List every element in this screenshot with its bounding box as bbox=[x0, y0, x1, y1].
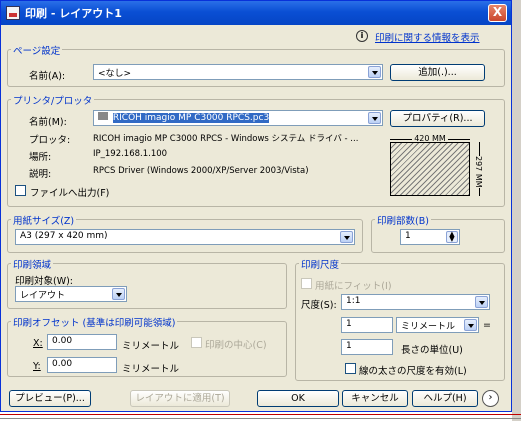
x-offset-label: X: bbox=[33, 338, 43, 349]
paper-preview: 420 MM 297 MM bbox=[386, 128, 488, 201]
plot-offset-label: 印刷オフセット (基準は印刷可能領域) bbox=[11, 315, 178, 329]
apply-to-layout-button[interactable]: レイアウトに適用(T) bbox=[130, 390, 230, 407]
printer-properties-button[interactable]: プロパティ(R)... bbox=[390, 110, 485, 127]
what-to-plot-value: レイアウト bbox=[20, 291, 66, 301]
close-button[interactable]: X bbox=[488, 4, 507, 22]
background-window-right bbox=[512, 0, 521, 421]
plotter-value: RICOH imagio MP C3000 RPCS - Windows システ… bbox=[93, 134, 359, 144]
printer-group-label: プリンタ/プロッタ bbox=[11, 93, 95, 107]
y-offset-input[interactable]: 0.00 bbox=[47, 357, 117, 373]
chevron-down-icon[interactable] bbox=[112, 288, 125, 300]
scale-unit-dropdown[interactable]: ミリメートル bbox=[396, 317, 479, 333]
print-to-file-checkbox[interactable] bbox=[15, 185, 26, 196]
printer-icon bbox=[98, 112, 108, 120]
printer-name-value: RICOH imagio MP C3000 RPCS.pc3 bbox=[112, 113, 270, 123]
scale-value2-input[interactable]: 1 bbox=[341, 339, 393, 355]
print-info-link[interactable]: 印刷に関する情報を表示 bbox=[375, 30, 480, 44]
center-plot-label: 印刷の中心(C) bbox=[205, 340, 267, 351]
page-setup-name-dropdown[interactable]: <なし> bbox=[93, 64, 383, 80]
app-print-icon bbox=[6, 6, 20, 20]
paper-preview-rect bbox=[390, 142, 470, 196]
what-to-plot-label: 印刷対象(W): bbox=[15, 276, 74, 287]
copies-value: 1 bbox=[405, 231, 411, 241]
scale-unit-value: ミリメートル bbox=[401, 322, 456, 332]
add-page-setup-button[interactable]: 追加(.)... bbox=[390, 64, 485, 81]
scale-value1-input[interactable]: 1 bbox=[341, 317, 393, 333]
page-setup-name-value: <なし> bbox=[98, 69, 132, 79]
chevron-down-icon[interactable] bbox=[368, 112, 381, 124]
scale-lineweights-checkbox[interactable] bbox=[345, 363, 356, 374]
x-offset-unit: ミリメートル bbox=[122, 341, 180, 352]
help-button[interactable]: ヘルプ(H) bbox=[412, 390, 478, 407]
paper-size-dropdown[interactable]: A3 (297 x 420 mm) bbox=[15, 229, 355, 245]
plot-scale-label: 印刷尺度 bbox=[299, 257, 342, 271]
location-value: IP_192.168.1.100 bbox=[93, 149, 168, 159]
window-title: 印刷 - レイアウト1 bbox=[25, 7, 122, 20]
copies-label: 印刷部数(B) bbox=[375, 213, 431, 227]
printer-name-dropdown[interactable]: RICOH imagio MP C3000 RPCS.pc3 bbox=[93, 110, 383, 126]
copies-stepper[interactable]: 1 ▲ ▼ bbox=[400, 229, 460, 245]
scale-value: 1:1 bbox=[346, 296, 361, 306]
center-plot-checkbox[interactable] bbox=[191, 337, 202, 348]
fit-to-paper-label: 用紙にフィット(I) bbox=[315, 281, 392, 292]
ok-button[interactable]: OK bbox=[257, 390, 339, 407]
page-setup-name-label: 名前(A): bbox=[29, 71, 66, 82]
chevron-down-icon[interactable] bbox=[475, 296, 488, 308]
equals-sign: = bbox=[483, 320, 491, 331]
background-red-line bbox=[0, 414, 521, 415]
units-label: 長さの単位(U) bbox=[401, 345, 463, 356]
paper-height-dimension: 297 MM bbox=[474, 142, 486, 196]
printer-name-label: 名前(M): bbox=[29, 117, 67, 128]
plot-area-label: 印刷領域 bbox=[11, 257, 54, 271]
paper-size-label: 用紙サイズ(Z) bbox=[11, 213, 77, 227]
page-setup-label: ページ設定 bbox=[11, 43, 63, 57]
description-value: RPCS Driver (Windows 2000/XP/Server 2003… bbox=[93, 166, 309, 176]
preview-button[interactable]: プレビュー(P)... bbox=[9, 390, 91, 407]
background-red-line bbox=[0, 418, 521, 419]
description-label: 説明: bbox=[29, 169, 52, 180]
print-dialog: 印刷 - レイアウト1 X i 印刷に関する情報を表示 ページ設定 名前(A):… bbox=[0, 0, 512, 412]
expand-arrow-icon[interactable]: › bbox=[482, 390, 499, 407]
fit-to-paper-checkbox[interactable] bbox=[301, 278, 312, 289]
scale-lineweights-label[interactable]: 線の太さの尺度を有効(L) bbox=[359, 363, 467, 377]
what-to-plot-dropdown[interactable]: レイアウト bbox=[15, 286, 127, 302]
plotter-label: プロッタ: bbox=[29, 135, 71, 146]
scale-dropdown[interactable]: 1:1 bbox=[341, 294, 490, 310]
title-bar: 印刷 - レイアウト1 X bbox=[1, 1, 511, 25]
spinner-arrows-icon[interactable]: ▲ ▼ bbox=[446, 231, 458, 243]
scale-label: 尺度(S): bbox=[301, 300, 337, 311]
info-icon: i bbox=[356, 30, 368, 42]
print-to-file-label[interactable]: ファイルへ出力(F) bbox=[30, 185, 109, 199]
y-offset-label: Y: bbox=[33, 361, 41, 372]
cancel-button[interactable]: キャンセル bbox=[342, 390, 408, 407]
chevron-down-icon[interactable] bbox=[464, 319, 477, 331]
y-offset-unit: ミリメートル bbox=[122, 364, 180, 375]
chevron-down-icon[interactable] bbox=[368, 66, 381, 78]
location-label: 場所: bbox=[29, 152, 52, 163]
x-offset-input[interactable]: 0.00 bbox=[47, 334, 117, 350]
paper-size-value: A3 (297 x 420 mm) bbox=[20, 231, 108, 241]
chevron-down-icon[interactable] bbox=[340, 231, 353, 243]
